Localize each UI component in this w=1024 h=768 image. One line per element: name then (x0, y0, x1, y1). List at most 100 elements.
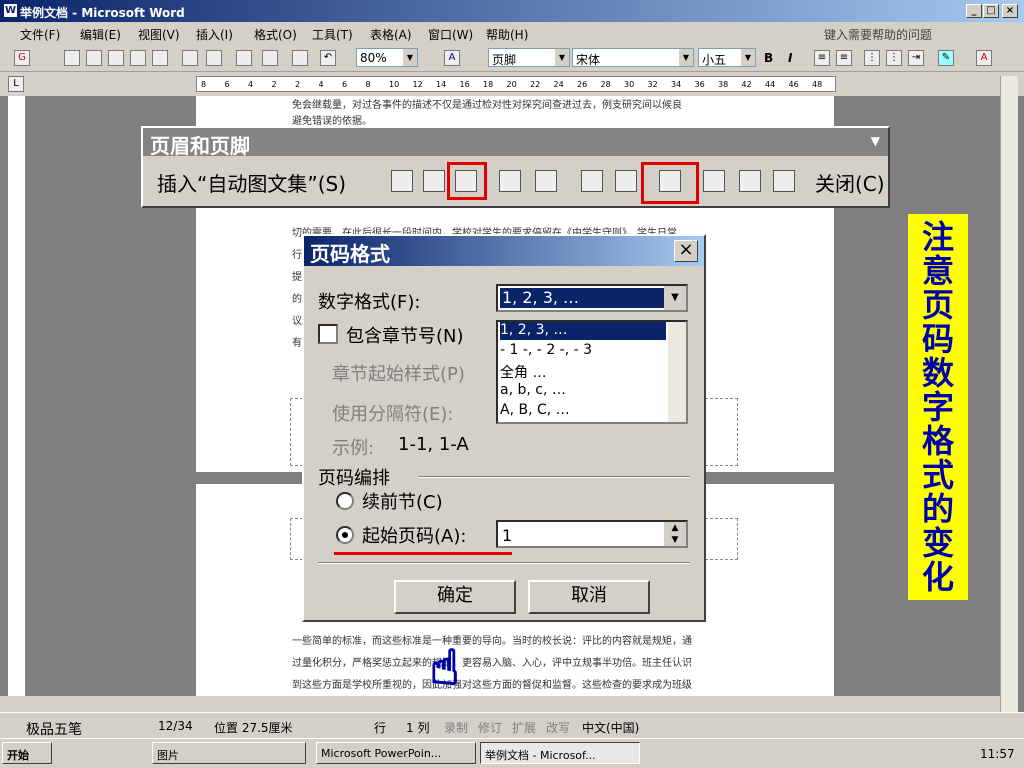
menu-table[interactable]: 表格(A) (370, 26, 412, 43)
number-format-combo[interactable]: 1, 2, 3, … ▼ (496, 284, 688, 312)
ext-indicator[interactable]: 扩展 (512, 719, 536, 736)
chevron-down-icon: ▼ (741, 49, 755, 66)
status-bar: 极品五笔 12/34 位置 27.5厘米 行 1 列 录制 修订 扩展 改写 中… (0, 712, 1024, 738)
start-button[interactable]: 开始 (2, 742, 52, 764)
italic-button[interactable]: I (788, 51, 792, 65)
font-combo[interactable]: 宋体 ▼ (572, 48, 694, 67)
start-at-radio[interactable] (336, 526, 354, 544)
menu-view[interactable]: 视图(V) (138, 26, 180, 43)
close-window-button[interactable]: × (1002, 4, 1018, 18)
maximize-button[interactable]: □ (983, 4, 999, 18)
save-icon[interactable] (108, 50, 124, 66)
menu-help[interactable]: 帮助(H) (486, 26, 528, 43)
vertical-scrollbar[interactable] (1000, 76, 1018, 712)
spelling-icon[interactable] (206, 50, 222, 66)
start-at-value: 1 (502, 526, 513, 545)
ovr-indicator[interactable]: 改写 (546, 719, 570, 736)
annotation-note: 注意页码数字格式的变化 (908, 214, 968, 600)
insert-date-icon[interactable] (499, 170, 521, 192)
list-option[interactable]: 全角 … (500, 362, 546, 381)
insert-page-number-icon[interactable] (391, 170, 413, 192)
ruler-tick: 26 (577, 80, 588, 89)
show-next-icon[interactable] (773, 170, 795, 192)
insert-page-count-icon[interactable] (423, 170, 445, 192)
copy-icon[interactable] (236, 50, 252, 66)
ruler-strip[interactable]: 8 6 4 2 2 4 6 8 10 12 14 16 18 20 22 24 26 28 30 32 34 36 38 42… (196, 76, 836, 92)
align-left-icon[interactable]: ≡ (814, 50, 830, 66)
include-chapter-checkbox[interactable] (318, 324, 338, 344)
switch-header-footer-icon[interactable] (703, 170, 725, 192)
ok-button[interactable]: 确定 (394, 580, 516, 614)
menu-tools[interactable]: 工具(T) (312, 26, 353, 43)
ruler-tick: 18 (483, 80, 494, 89)
permission-icon[interactable] (130, 50, 146, 66)
tab-selector[interactable]: L (8, 76, 24, 92)
chevron-down-icon[interactable]: ▼ (871, 134, 880, 148)
print-preview-icon[interactable] (182, 50, 198, 66)
rec-indicator[interactable]: 录制 (444, 719, 468, 736)
numbering-icon[interactable]: ⋮ (864, 50, 880, 66)
zoom-combo[interactable]: 80% ▼ (356, 48, 418, 67)
list-option[interactable]: 1, 2, 3, … (500, 322, 666, 340)
ruler-tick: 6 (224, 80, 230, 89)
show-previous-icon[interactable] (739, 170, 761, 192)
ime-indicator[interactable]: 极品五笔 (26, 719, 82, 739)
bullets-icon[interactable]: ⋮ (886, 50, 902, 66)
print-icon[interactable] (152, 50, 168, 66)
close-hf-button[interactable]: 关闭(C) (815, 168, 885, 196)
show-hide-text-icon[interactable] (615, 170, 637, 192)
list-option[interactable]: - 1 -, - 2 -, - 3 (500, 342, 592, 360)
list-option[interactable]: a, b, c, … (500, 382, 566, 400)
ruler-tick: 2 (271, 80, 277, 89)
insert-autotext-button[interactable]: 插入“自动图文集”(S) (157, 168, 346, 196)
paste-special-icon[interactable] (292, 50, 308, 66)
number-format-list[interactable]: 1, 2, 3, … - 1 -, - 2 -, - 3 全角 … a, b, … (496, 320, 688, 424)
spinner-icon[interactable]: ▲ ▼ (664, 522, 686, 546)
doc-line: 有 (292, 338, 302, 349)
bold-button[interactable]: B (764, 51, 773, 65)
trk-indicator[interactable]: 修订 (478, 719, 502, 736)
logo-icon: G (14, 50, 30, 66)
start-at-input[interactable]: 1 ▲ ▼ (496, 520, 688, 548)
chevron-down-icon[interactable]: ▼ (664, 286, 686, 310)
ruler-tick: 20 (506, 80, 517, 89)
divider (318, 562, 690, 564)
menu-window[interactable]: 窗口(W) (428, 26, 473, 43)
style-combo[interactable]: 页脚 ▼ (488, 48, 570, 67)
new-icon[interactable] (64, 50, 80, 66)
menu-file[interactable]: 文件(F) (20, 26, 60, 43)
center-icon[interactable]: ≡ (836, 50, 852, 66)
open-icon[interactable] (86, 50, 102, 66)
indent-icon[interactable]: ⇥ (908, 50, 924, 66)
close-icon[interactable]: × (674, 240, 698, 262)
size-combo[interactable]: 小五 ▼ (698, 48, 756, 67)
horizontal-ruler: L 8 6 4 2 2 4 6 8 10 12 14 16 18 20 22 24 26 28 30 32 34 36 38… (0, 72, 1024, 96)
list-scrollbar[interactable] (668, 322, 686, 422)
ruler-tick: 24 (553, 80, 564, 89)
doc-line: 一些简单的标准，而这些标准是一种重要的导向。当时的校长说：评比的内容就是规矩，通 (292, 636, 692, 647)
ruler-tick: 4 (318, 80, 324, 89)
minimize-button[interactable]: _ (966, 4, 982, 18)
paste-icon[interactable] (262, 50, 278, 66)
ruler-tick: 42 (741, 80, 752, 89)
help-search-input[interactable]: 键入需要帮助的问题 (822, 24, 998, 42)
cancel-button[interactable]: 取消 (528, 580, 650, 614)
taskbar: 开始 图片 Microsoft PowerPoin... 举例文档 - Micr… (0, 738, 1024, 768)
powerpoint-task[interactable]: Microsoft PowerPoin... (316, 742, 476, 764)
doc-line: 提 (292, 272, 302, 283)
folder-task[interactable]: 图片 (152, 742, 306, 764)
menu-edit[interactable]: 编辑(E) (80, 26, 121, 43)
font-color-icon[interactable]: A (976, 50, 992, 66)
undo-icon[interactable]: ↶ (320, 50, 336, 66)
list-option[interactable]: A, B, C, … (500, 402, 570, 420)
horizontal-scrollbar[interactable] (0, 696, 1000, 712)
page-setup-icon[interactable] (581, 170, 603, 192)
word-app-icon: W (3, 3, 18, 18)
word-task[interactable]: 举例文档 - Microsof... (480, 742, 640, 764)
highlight-icon[interactable]: ✎ (938, 50, 954, 66)
continue-radio[interactable] (336, 492, 354, 510)
insert-time-icon[interactable] (535, 170, 557, 192)
menu-format[interactable]: 格式(O) (254, 26, 297, 43)
menu-insert[interactable]: 插入(I) (196, 26, 233, 43)
chevron-down-icon: ▼ (555, 49, 569, 66)
